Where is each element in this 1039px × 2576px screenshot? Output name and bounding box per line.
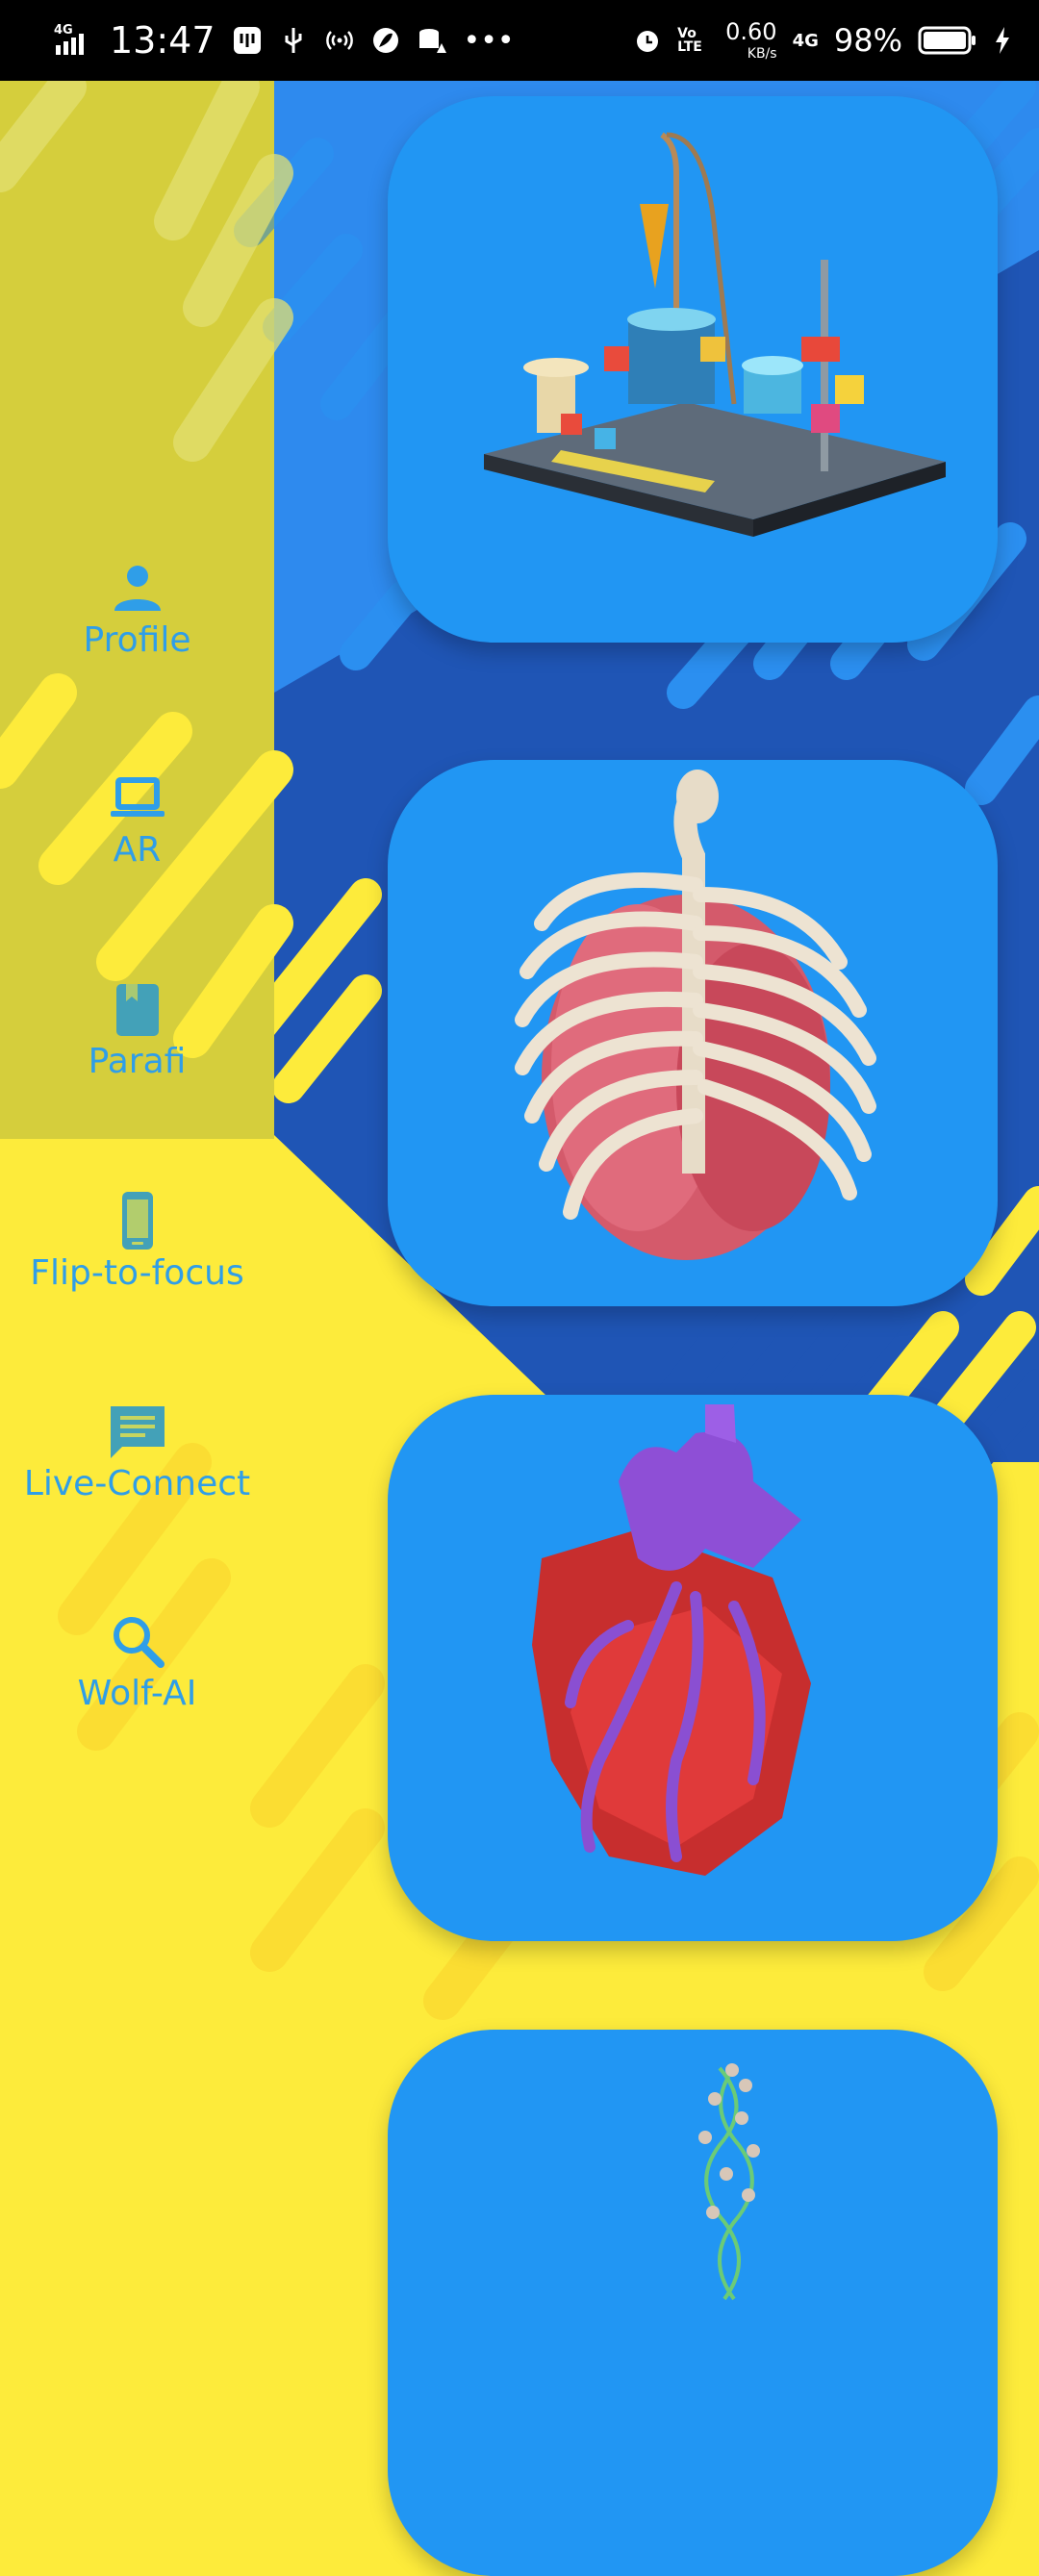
sidebar-item-live-connect[interactable]: Live-Connect xyxy=(0,1401,274,1503)
card-lungs-ribcage[interactable] xyxy=(388,760,998,1306)
book-icon xyxy=(115,984,159,1036)
leaf-icon xyxy=(372,28,398,53)
ribcage-lungs-icon xyxy=(515,770,876,1260)
sidebar-item-parafi[interactable]: Parafi xyxy=(0,978,274,1081)
sidebar-item-label: Wolf-AI xyxy=(77,1674,197,1713)
charging-icon xyxy=(996,27,1009,54)
clock: 13:47 xyxy=(110,19,215,62)
sidebar-item-wolf-ai[interactable]: Wolf-AI xyxy=(0,1610,274,1713)
battery-icon xyxy=(918,26,976,55)
usb-settings-icon xyxy=(233,27,261,54)
usb-icon xyxy=(285,28,302,53)
sidebar-item-label: Flip-to-focus xyxy=(30,1253,244,1293)
more-notifications-icon: ••• xyxy=(463,23,515,58)
sidebar-item-flip-to-focus[interactable]: Flip-to-focus xyxy=(0,1190,274,1293)
sidebar-item-label: Live-Connect xyxy=(23,1464,251,1503)
card-chemistry-lab[interactable] xyxy=(388,96,998,643)
sidebar-nav: Profile AR Parafi Flip-to-focus Live-Con… xyxy=(0,81,274,2251)
dna-helix-icon xyxy=(698,2063,760,2301)
phone-icon xyxy=(121,1192,153,1250)
battery-percent: 98% xyxy=(833,22,902,59)
card-dna[interactable] xyxy=(388,2030,998,2576)
card-heart[interactable] xyxy=(388,1395,998,1941)
person-icon xyxy=(114,566,161,611)
network-type-indicator: 4G xyxy=(792,30,819,51)
sidebar-item-profile[interactable]: Profile xyxy=(0,557,274,660)
lab-equipment-icon xyxy=(484,132,946,537)
cellular-signal-icon: 4G xyxy=(54,22,92,60)
sidebar-item-label: AR xyxy=(113,830,162,870)
sidebar-item-label: Parafi xyxy=(88,1042,187,1081)
network-speed: 0.60 KB/s xyxy=(725,18,777,62)
heart-model-icon xyxy=(532,1404,811,1876)
status-bar: 4G 13:47 ••• Vo LTE 0.60 KB/s 4G 98% xyxy=(0,0,1039,81)
chat-icon xyxy=(110,1406,165,1458)
svg-text:4G: 4G xyxy=(54,23,73,38)
alarm-icon xyxy=(637,31,659,52)
volte-indicator: Vo LTE xyxy=(677,26,702,55)
hotspot-icon xyxy=(325,31,353,50)
search-icon xyxy=(113,1617,165,1668)
sidebar-item-label: Profile xyxy=(83,620,191,660)
sidebar-item-ar[interactable]: AR xyxy=(0,767,274,870)
data-warning-icon xyxy=(418,29,446,53)
laptop-icon xyxy=(110,777,165,817)
